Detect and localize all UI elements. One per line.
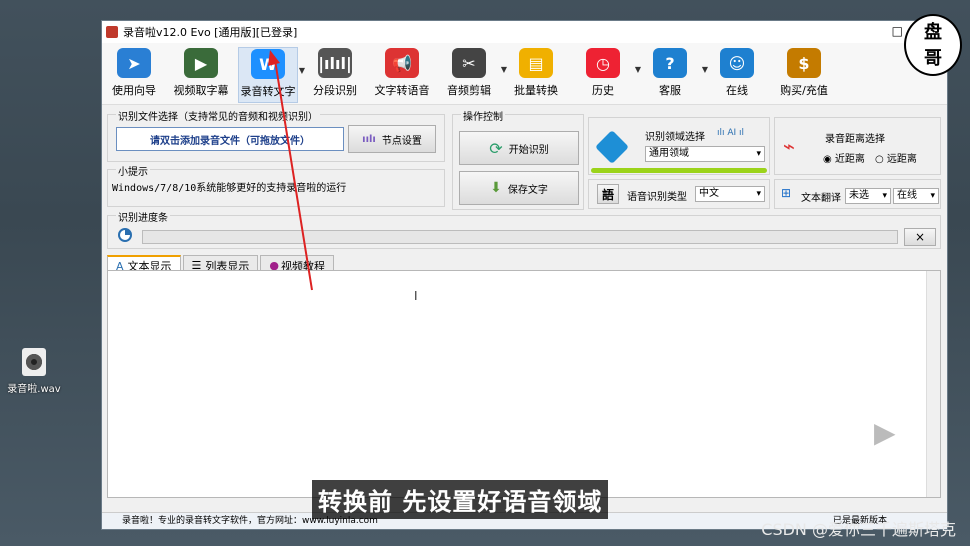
watermark: CSDN @爱你三千遍斯塔克 [761,520,956,539]
arrow-line [274,59,313,291]
arrow-head [268,50,280,66]
logo-top: 盘 [924,22,942,43]
annotation-arrow [268,50,313,291]
video-play-icon[interactable] [852,396,922,466]
video-subtitle: 转换前 先设置好语音领域 [312,480,609,519]
logo-bottom: 哥 [924,48,942,69]
logo-seal: 盘 哥 [904,14,962,76]
